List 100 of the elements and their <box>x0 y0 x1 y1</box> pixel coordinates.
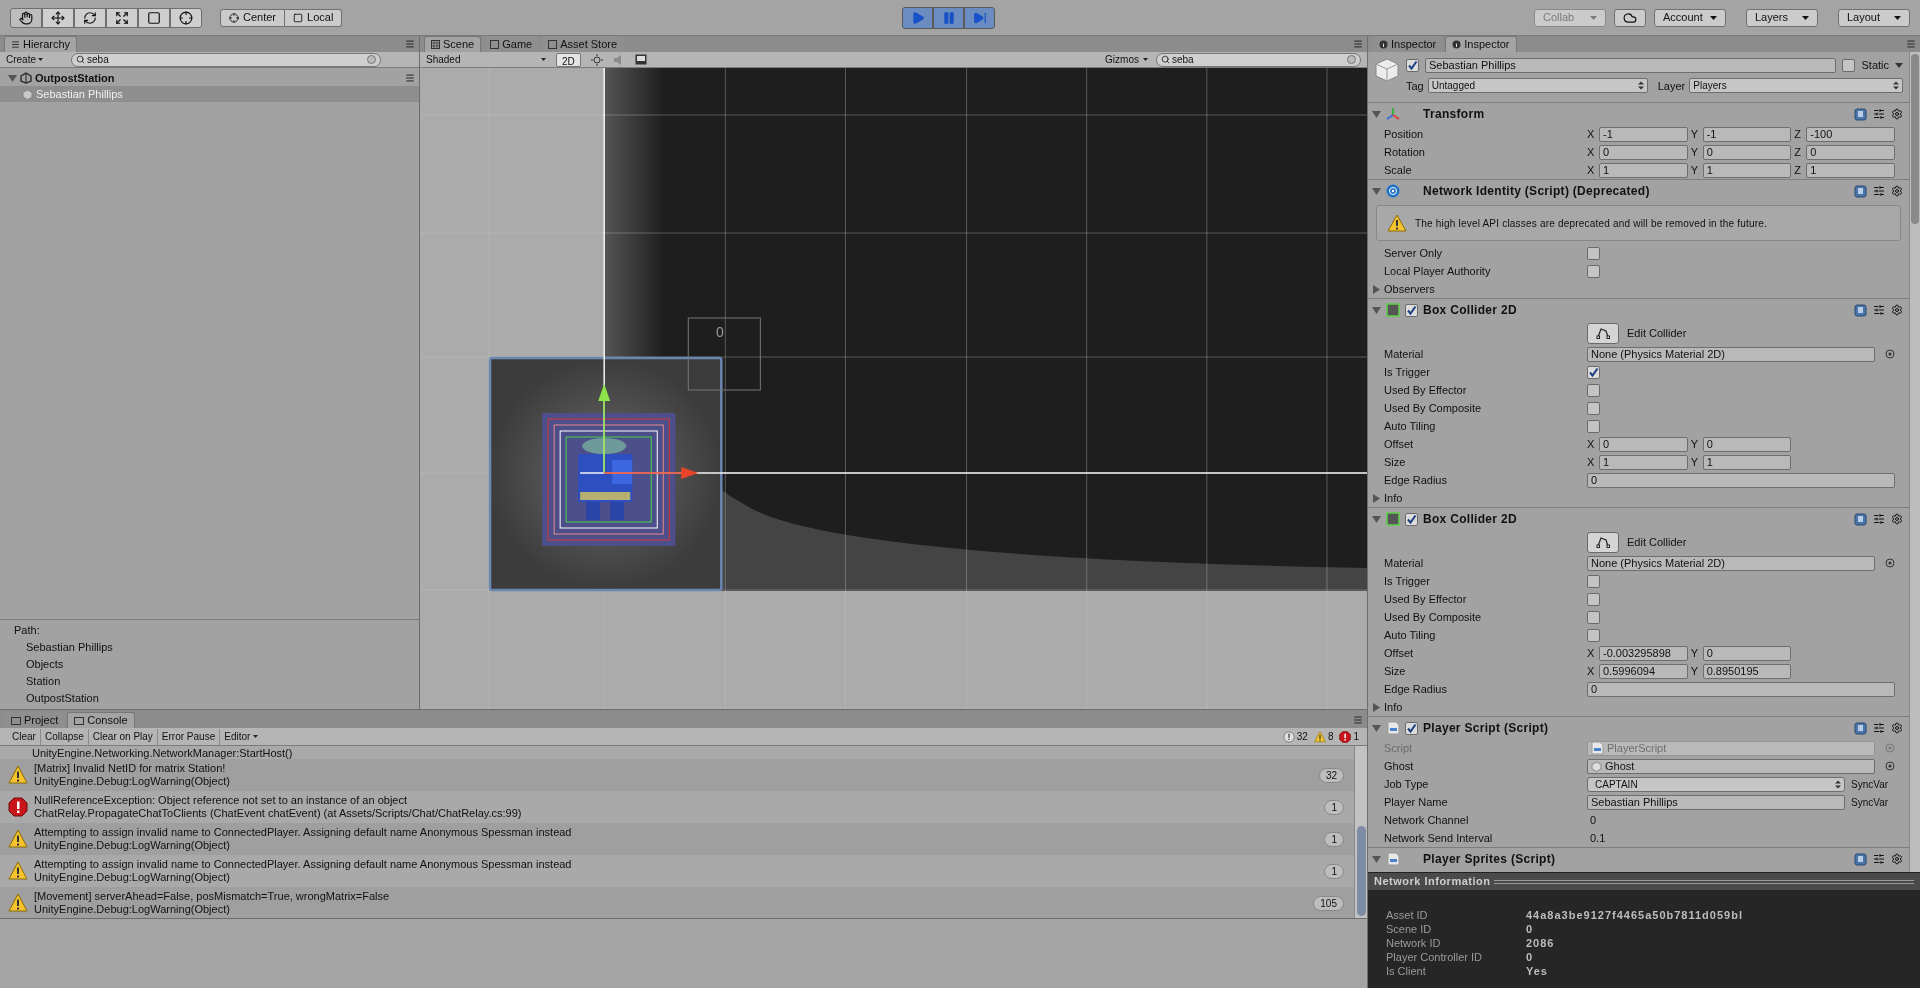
number-field[interactable]: 0 <box>1702 144 1792 160</box>
tab[interactable]: Inspector <box>1445 36 1517 52</box>
static-checkbox[interactable] <box>1842 58 1856 72</box>
tab[interactable]: Console <box>67 712 135 728</box>
play-button[interactable] <box>902 6 934 29</box>
tab[interactable]: Hierarchy <box>4 36 78 52</box>
tool-button[interactable] <box>106 7 138 28</box>
number-field[interactable]: 0 <box>1702 436 1792 452</box>
pivot-button[interactable]: Local <box>285 8 343 27</box>
shading-dropdown[interactable]: Shaded <box>426 52 546 67</box>
tab[interactable]: Scene <box>424 36 482 52</box>
settings-icon[interactable] <box>1891 722 1903 734</box>
help-icon[interactable] <box>1854 107 1867 121</box>
component-header[interactable]: Player Sprites (Script) <box>1368 848 1909 870</box>
log-filter-toggle[interactable]: 8 <box>1313 729 1334 744</box>
checkbox[interactable] <box>1587 264 1600 278</box>
number-field[interactable]: 1 <box>1702 454 1792 470</box>
checkbox[interactable] <box>1587 610 1600 624</box>
expand-arrow-icon[interactable] <box>8 73 17 83</box>
foldout-arrow-icon[interactable] <box>1372 493 1381 503</box>
foldout-arrow-icon[interactable] <box>1372 702 1381 712</box>
component-header[interactable]: Transform <box>1368 103 1909 125</box>
toolbar-dropdown[interactable]: Layers <box>1746 8 1818 27</box>
dropdown[interactable]: CAPTAIN <box>1587 776 1845 792</box>
help-icon[interactable] <box>1854 184 1867 198</box>
name-field[interactable]: Sebastian Phillips <box>1425 57 1837 73</box>
panel-menu-icon[interactable] <box>1353 39 1363 49</box>
component-header[interactable]: Box Collider 2D <box>1368 299 1909 321</box>
scrollbar[interactable] <box>1909 52 1920 872</box>
checkbox[interactable] <box>1587 419 1600 433</box>
presets-icon[interactable] <box>1873 853 1885 865</box>
edit-collider-button[interactable] <box>1587 531 1619 553</box>
log-entry[interactable]: NullReferenceException: Object reference not set to an instance of an object ChatRelay.PropagateChatToClients (ChatEvent chatEvent) (at Assets/Scripts/Chat/ChatRelay.cs:99) 1 <box>0 791 1354 823</box>
number-field[interactable]: 0 <box>1702 645 1792 661</box>
number-field[interactable]: -1 <box>1702 126 1792 142</box>
number-field[interactable]: 1 <box>1599 162 1688 178</box>
checkbox[interactable] <box>1587 592 1600 606</box>
console-toolbar-button[interactable]: Error Pause <box>157 728 221 745</box>
log-filter-toggle[interactable]: 32 <box>1282 729 1308 744</box>
search-field[interactable]: seba <box>71 52 381 67</box>
move-gizmo[interactable] <box>579 68 1367 479</box>
checkbox[interactable] <box>1587 365 1600 379</box>
foldout-label[interactable]: Info <box>1384 489 1403 507</box>
number-field[interactable]: 1 <box>1599 454 1688 470</box>
expand-arrow-icon[interactable] <box>1372 854 1381 864</box>
component-header[interactable]: Player Script (Script) <box>1368 717 1909 739</box>
object-field[interactable]: None (Physics Material 2D) <box>1587 346 1875 362</box>
pivot-button[interactable]: Center <box>220 8 286 27</box>
number-field[interactable]: 0.5996094 <box>1599 663 1688 679</box>
layer-dropdown[interactable]: Players <box>1689 78 1903 94</box>
console-toolbar-button[interactable]: Clear on Play <box>88 728 158 745</box>
checkbox[interactable] <box>1587 401 1600 415</box>
text-field[interactable]: 0 <box>1587 681 1895 697</box>
object-field[interactable]: None (Physics Material 2D) <box>1587 555 1875 571</box>
expand-arrow-icon[interactable] <box>1372 514 1381 524</box>
editor-dropdown[interactable]: Editor <box>220 729 263 744</box>
image-icon[interactable] <box>634 54 647 65</box>
text-field[interactable]: 0 <box>1587 472 1895 488</box>
expand-arrow-icon[interactable] <box>1372 723 1381 733</box>
presets-icon[interactable] <box>1873 513 1885 525</box>
presets-icon[interactable] <box>1873 304 1885 316</box>
number-field[interactable]: -0.003295898 <box>1599 645 1688 661</box>
enabled-checkbox[interactable] <box>1405 721 1418 735</box>
presets-icon[interactable] <box>1873 185 1885 197</box>
expand-arrow-icon[interactable] <box>1372 186 1381 196</box>
toolbar-dropdown[interactable]: Layout <box>1838 8 1910 27</box>
number-field[interactable]: -100 <box>1806 126 1895 142</box>
presets-icon[interactable] <box>1873 108 1885 120</box>
expand-arrow-icon[interactable] <box>1372 109 1381 119</box>
step-button[interactable] <box>964 6 996 29</box>
toolbar-dropdown[interactable]: Account <box>1654 8 1726 27</box>
text-field[interactable]: Sebastian Phillips <box>1587 794 1845 810</box>
help-icon[interactable] <box>1854 303 1867 317</box>
settings-icon[interactable] <box>1891 304 1903 316</box>
target-icon[interactable] <box>1885 558 1895 568</box>
expand-arrow-icon[interactable] <box>1372 305 1381 315</box>
scene-viewport[interactable] <box>420 68 1367 709</box>
number-field[interactable]: 0 <box>1599 436 1688 452</box>
checkbox[interactable] <box>1587 383 1600 397</box>
number-field[interactable]: -1 <box>1599 126 1688 142</box>
enabled-checkbox[interactable] <box>1405 512 1418 526</box>
tool-button[interactable] <box>74 7 106 28</box>
tool-button[interactable] <box>138 7 170 28</box>
settings-icon[interactable] <box>1891 853 1903 865</box>
foldout-arrow-icon[interactable] <box>1372 284 1381 294</box>
target-icon[interactable] <box>1885 349 1895 359</box>
number-field[interactable]: 0.8950195 <box>1702 663 1792 679</box>
settings-icon[interactable] <box>1891 513 1903 525</box>
tree-item[interactable]: OutpostStation <box>0 70 419 86</box>
active-checkbox[interactable] <box>1406 58 1419 72</box>
mode-2d-toggle[interactable]: 2D <box>556 52 581 67</box>
tag-dropdown[interactable]: Untagged <box>1427 78 1648 94</box>
help-icon[interactable] <box>1854 512 1867 526</box>
tool-button[interactable] <box>10 7 42 28</box>
component-header[interactable]: Box Collider 2D <box>1368 508 1909 530</box>
settings-icon[interactable] <box>1891 185 1903 197</box>
caret-icon[interactable] <box>1895 62 1903 68</box>
component-header[interactable]: Network Identity (Script) (Deprecated) <box>1368 180 1909 202</box>
checkbox[interactable] <box>1587 246 1600 260</box>
help-icon[interactable] <box>1854 721 1867 735</box>
